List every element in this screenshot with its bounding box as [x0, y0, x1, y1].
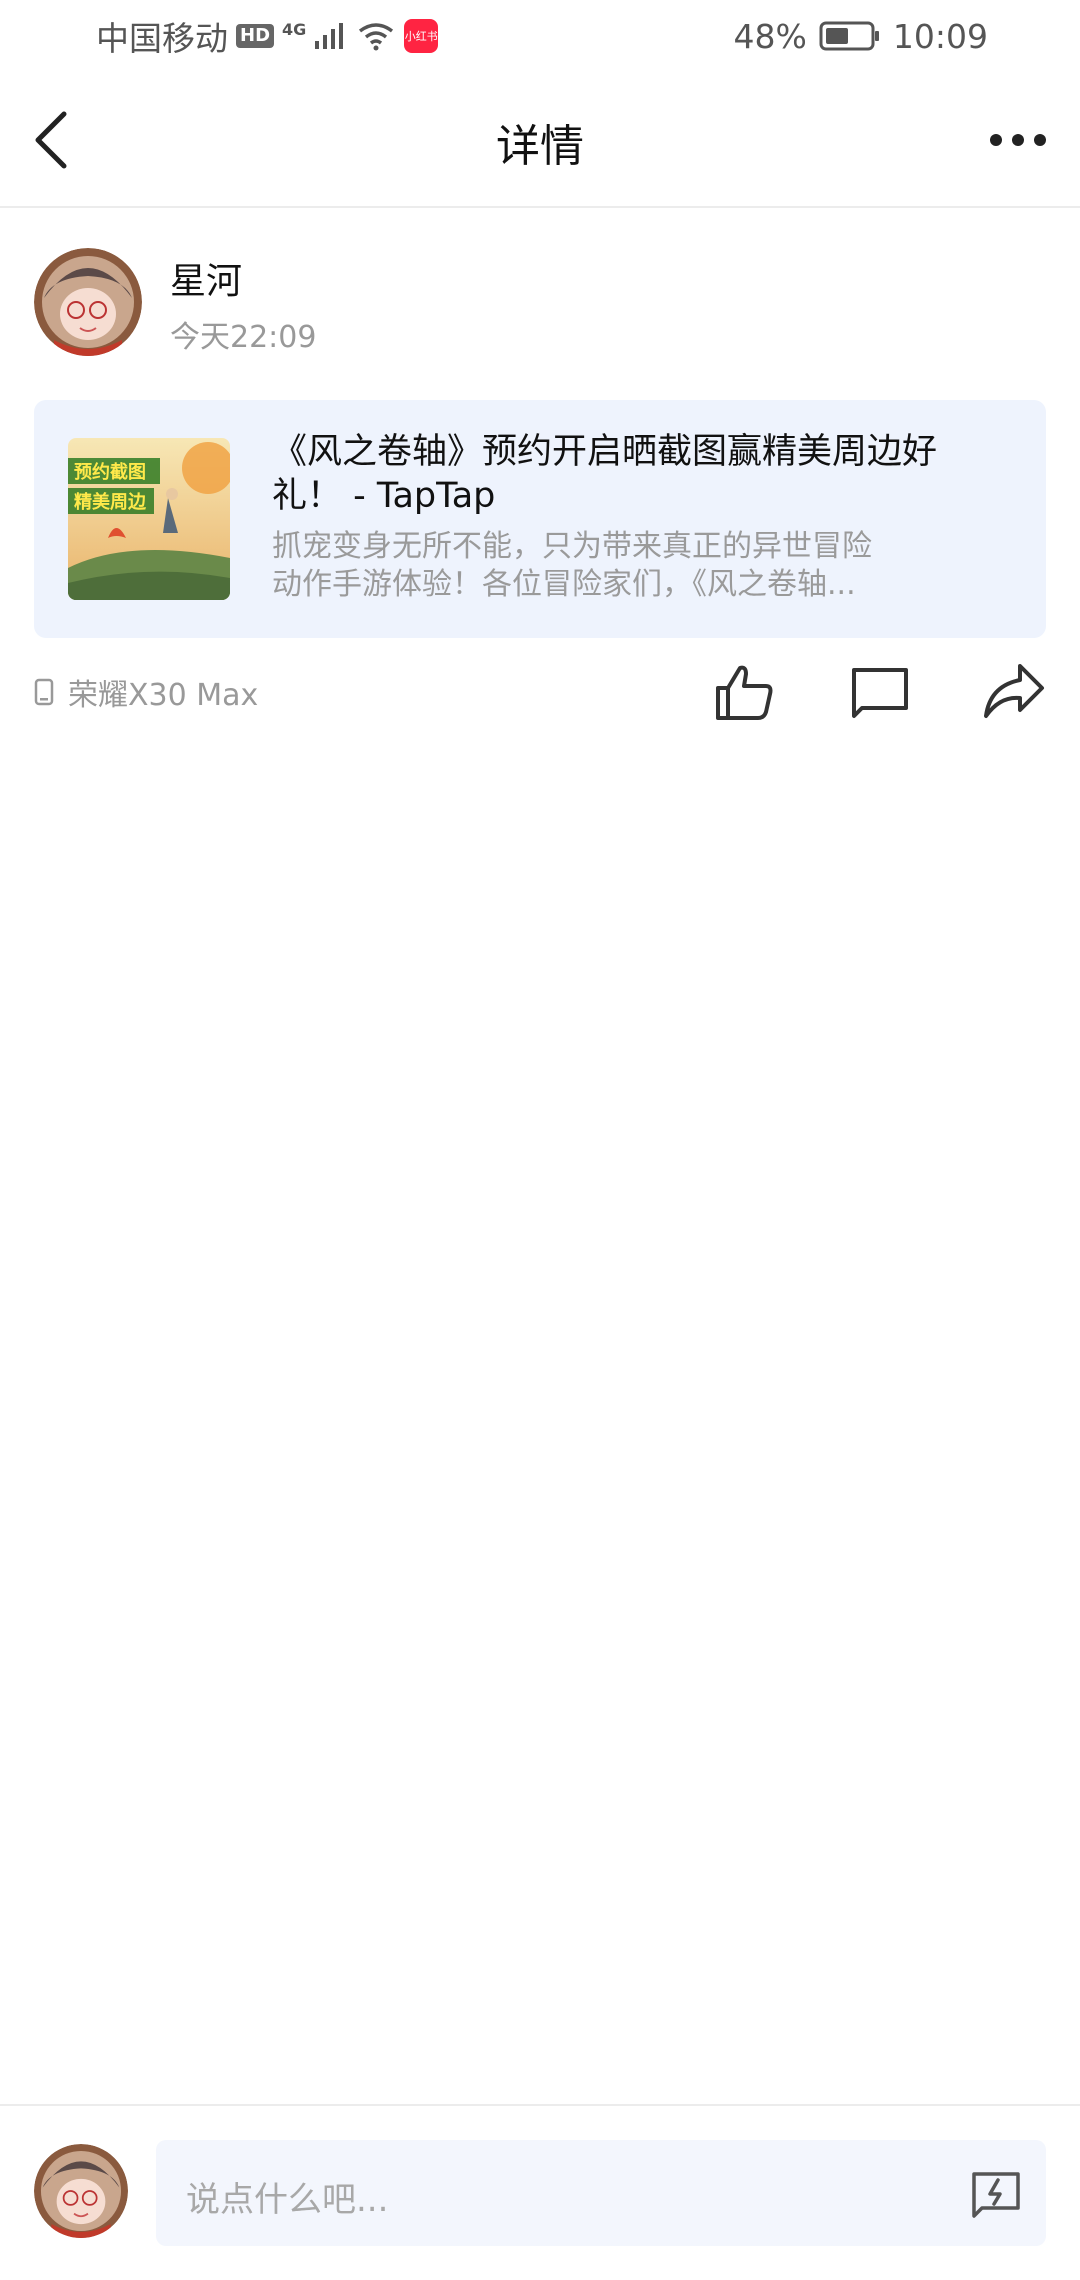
- quick-reply-icon[interactable]: [968, 2166, 1024, 2222]
- device-icon: [34, 678, 54, 706]
- top-app-bar: 详情: [0, 72, 1080, 208]
- comment-bar: 说点什么吧...: [0, 2104, 1080, 2280]
- status-bar: 中国移动 HD 4G 小红书 48% 10:09: [0, 0, 1080, 72]
- card-desc-line1: 抓宠变身无所不能，只为带来真正的异世冒险: [272, 529, 872, 564]
- device-name: 荣耀X30 Max: [68, 678, 259, 713]
- clock: 10:09: [892, 16, 988, 56]
- card-desc-line2: 动作手游体验！各位冒险家们，《风之卷轴...: [272, 567, 856, 602]
- author-name[interactable]: 星河: [170, 252, 242, 304]
- thumb-text-2: 精美周边: [74, 491, 147, 513]
- my-avatar: [34, 2144, 128, 2238]
- hd-badge: HD: [236, 24, 275, 48]
- comment-button[interactable]: [848, 660, 912, 724]
- post-meta-row: 荣耀X30 Max: [34, 660, 1046, 728]
- page-title: 详情: [496, 121, 584, 172]
- device-info: 荣耀X30 Max: [34, 670, 258, 714]
- post-time: 今天22:09: [170, 320, 317, 355]
- battery-icon: [819, 21, 879, 51]
- card-thumbnail: 预约截图 精美周边: [68, 438, 230, 600]
- network-label: 4G: [282, 19, 307, 39]
- comment-icon: [852, 668, 908, 718]
- card-description: 抓宠变身无所不能，只为带来真正的异世冒险 动作手游体验！各位冒险家们，《风之卷轴…: [272, 528, 952, 604]
- thumb-text-1: 预约截图: [74, 461, 146, 483]
- comment-input[interactable]: 说点什么吧...: [156, 2140, 1046, 2246]
- wifi-icon: [359, 23, 394, 51]
- carrier-label: 中国移动: [96, 19, 228, 58]
- share-button[interactable]: [982, 660, 1046, 724]
- share-icon: [984, 664, 1044, 718]
- more-icon: [990, 134, 1046, 146]
- more-options-button[interactable]: [986, 120, 1056, 160]
- battery-percent: 48%: [733, 16, 807, 56]
- like-button[interactable]: [712, 660, 776, 724]
- status-left: 中国移动 HD 4G 小红书: [96, 12, 439, 60]
- post-author: 星河 今天22:09: [34, 248, 1034, 358]
- comment-placeholder: 说点什么吧...: [186, 2180, 389, 2220]
- app-notification-badge: 小红书: [404, 19, 439, 53]
- like-icon: [716, 665, 773, 720]
- author-avatar[interactable]: [34, 248, 142, 356]
- status-right: 48% 10:09: [734, 17, 988, 56]
- shared-link-card[interactable]: 预约截图 精美周边 《风之卷轴》预约开启晒截图赢精美周边好礼！ - TapTap…: [34, 400, 1046, 638]
- signal-icon: [315, 23, 344, 49]
- card-title: 《风之卷轴》预约开启晒截图赢精美周边好礼！ - TapTap: [272, 432, 938, 516]
- detail-screen: 中国移动 HD 4G 小红书 48% 10:09 详情 星河 今天22:09 预…: [0, 0, 1080, 2280]
